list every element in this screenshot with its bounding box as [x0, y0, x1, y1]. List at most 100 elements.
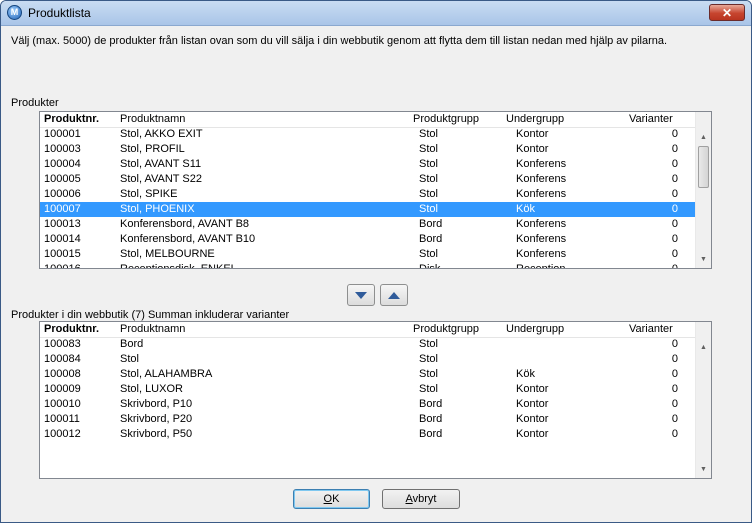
table-row[interactable]: 100006 Stol, SPIKE Stol Konferens 0 [40, 187, 696, 202]
table-row[interactable]: 100009 Stol, LUXOR Stol Kontor 0 [40, 382, 696, 397]
table-row[interactable]: 100004 Stol, AVANT S11 Stol Konferens 0 [40, 157, 696, 172]
table-cell: Disk [419, 263, 441, 269]
table-cell: 100014 [44, 233, 81, 245]
table-cell: 100016 [44, 263, 81, 269]
column-header-produktnr[interactable]: Produktnr. [44, 323, 99, 335]
column-header-varianter[interactable]: Varianter [629, 323, 673, 335]
table-cell: Skrivbord, P10 [120, 398, 193, 410]
table-row[interactable]: 100001 Stol, AKKO EXIT Stol Kontor 0 [40, 127, 696, 142]
table-cell: 0 [671, 353, 678, 365]
table-cell: Stol, MELBOURNE [120, 248, 215, 260]
column-header-undergrupp[interactable]: Undergrupp [506, 323, 564, 335]
ok-label-rest: K [332, 493, 340, 505]
ok-button[interactable]: OK [293, 489, 370, 509]
column-header-varianter[interactable]: Varianter [629, 113, 673, 125]
title-bar[interactable]: M Produktlista ✕ [1, 1, 751, 26]
table-cell: Stol [419, 248, 438, 260]
table-cell: 100003 [44, 143, 81, 155]
table-row[interactable]: 100016 Receptionsdisk, ENKEL Disk Reception… [40, 262, 696, 269]
scroll-up-arrow-icon[interactable]: ▲ [696, 130, 711, 146]
window-title: Produktlista [28, 6, 91, 20]
table-cell: 0 [671, 368, 678, 380]
ok-mnemonic: O [323, 493, 333, 505]
table-row[interactable]: 100005 Stol, AVANT S22 Stol Konferens 0 [40, 172, 696, 187]
table-cell: 0 [671, 263, 678, 269]
scroll-up-arrow-icon[interactable]: ▲ [696, 340, 711, 356]
column-header-produktgrupp[interactable]: Produktgrupp [413, 113, 479, 125]
table-row[interactable]: 100013 Konferensbord, AVANT B8 Bord Konfere… [40, 217, 696, 232]
table-cell: Skrivbord, P50 [120, 428, 193, 440]
table-cell: 100015 [44, 248, 81, 260]
table-cell: 0 [671, 338, 678, 350]
table-cell: 0 [671, 128, 678, 140]
close-button[interactable]: ✕ [709, 4, 745, 21]
table-cell: Stol [419, 368, 438, 380]
webshop-list-rows: 100083 Bord Stol 0 100084 Stol Stol 0 100008 Stol… [40, 337, 696, 442]
webshop-label: Produkter i din webbutik (7) Summan inkl… [11, 309, 290, 321]
table-cell: Stol, AVANT S11 [120, 158, 202, 170]
table-cell: Kök [516, 368, 535, 380]
table-cell: Stol, ALAHAMBRA [120, 368, 213, 380]
table-row[interactable]: 100012 Skrivbord, P50 Bord Kontor 0 [40, 427, 696, 442]
table-cell: Kontor [516, 143, 549, 155]
table-row[interactable]: 100003 Stol, PROFIL Stol Kontor 0 [40, 142, 696, 157]
table-cell: 100009 [44, 383, 81, 395]
table-cell: Kontor [516, 428, 549, 440]
cancel-button[interactable]: Avbryt [382, 489, 460, 509]
table-cell: Stol, PROFIL [120, 143, 185, 155]
move-down-button[interactable] [347, 284, 375, 306]
table-cell: 0 [671, 188, 678, 200]
webshop-list[interactable]: Produktnr. Produktnamn Produktgrupp Unde… [39, 321, 712, 479]
table-cell: 0 [671, 383, 678, 395]
table-cell: 0 [671, 413, 678, 425]
table-cell: Bord [419, 413, 443, 425]
table-cell: Stol [120, 353, 139, 365]
table-cell: 0 [671, 218, 678, 230]
dialog-window: M Produktlista ✕ Välj (max. 5000) de pro… [0, 0, 752, 523]
products-list[interactable]: Produktnr. Produktnamn Produktgrupp Unde… [39, 111, 712, 269]
table-cell: Kontor [516, 128, 549, 140]
table-row[interactable]: 100007 Stol, PHOENIX Stol Kök 0 [40, 202, 696, 217]
table-row[interactable]: 100084 Stol Stol 0 [40, 352, 696, 367]
table-cell: Stol [419, 188, 438, 200]
table-row[interactable]: 100011 Skrivbord, P20 Bord Kontor 0 [40, 412, 696, 427]
table-row[interactable]: 100010 Skrivbord, P10 Bord Kontor 0 [40, 397, 696, 412]
column-header-produktgrupp[interactable]: Produktgrupp [413, 323, 479, 335]
table-cell: Reception [516, 263, 566, 269]
arrow-up-icon [388, 292, 400, 299]
table-cell: 100084 [44, 353, 81, 365]
table-cell: Konferensbord, AVANT B10 [120, 233, 256, 245]
table-cell: 100083 [44, 338, 81, 350]
column-header-produktnr[interactable]: Produktnr. [44, 113, 99, 125]
table-cell: 0 [671, 248, 678, 260]
table-cell: Stol [419, 173, 438, 185]
table-cell: 100001 [44, 128, 81, 140]
webshop-scrollbar[interactable]: ▲ ▼ [695, 322, 711, 478]
products-scrollbar[interactable]: ▲ ▼ [695, 112, 711, 268]
products-label: Produkter [11, 97, 59, 109]
scroll-down-arrow-icon[interactable]: ▼ [696, 462, 711, 478]
column-header-produktnamn[interactable]: Produktnamn [120, 323, 185, 335]
table-cell: Stol, PHOENIX [120, 203, 195, 215]
column-header-produktnamn[interactable]: Produktnamn [120, 113, 185, 125]
table-row[interactable]: 100083 Bord Stol 0 [40, 337, 696, 352]
scroll-down-arrow-icon[interactable]: ▼ [696, 252, 711, 268]
cancel-mnemonic: A [405, 493, 413, 505]
move-up-button[interactable] [380, 284, 408, 306]
instruction-text: Välj (max. 5000) de produkter från lista… [11, 35, 668, 47]
table-cell: Kontor [516, 383, 549, 395]
scroll-thumb[interactable] [698, 146, 709, 188]
table-cell: Bord [419, 218, 443, 230]
table-cell: Bord [419, 428, 443, 440]
table-cell: 100010 [44, 398, 81, 410]
column-header-undergrupp[interactable]: Undergrupp [506, 113, 564, 125]
table-cell: Kontor [516, 413, 549, 425]
table-row[interactable]: 100008 Stol, ALAHAMBRA Stol Kök 0 [40, 367, 696, 382]
products-list-header: Produktnr. Produktnamn Produktgrupp Unde… [40, 112, 696, 128]
table-row[interactable]: 100015 Stol, MELBOURNE Stol Konferens 0 [40, 247, 696, 262]
table-cell: 0 [671, 428, 678, 440]
table-cell: Stol [419, 143, 438, 155]
table-row[interactable]: 100014 Konferensbord, AVANT B10 Bord Konfer… [40, 232, 696, 247]
table-cell: Stol [419, 203, 438, 215]
table-cell: 0 [671, 233, 678, 245]
